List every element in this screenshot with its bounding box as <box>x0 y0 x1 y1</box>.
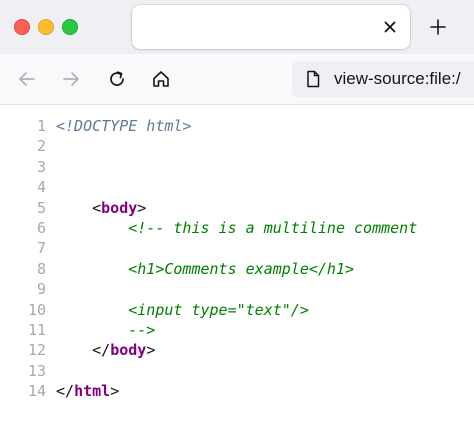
source-line: 4 <box>0 177 474 197</box>
line-number: 8 <box>36 259 46 278</box>
code-token-comment: <h1>Comments example</h1> <box>128 259 355 278</box>
home-button[interactable] <box>148 66 174 92</box>
line-code: <!DOCTYPE html> <box>56 116 191 136</box>
close-icon <box>384 21 396 33</box>
line-code: </body> <box>56 340 155 360</box>
tab-close-button[interactable] <box>380 17 400 37</box>
line-number: 9 <box>36 280 46 299</box>
line-number: 5 <box>36 198 46 217</box>
line-number: 13 <box>27 361 46 380</box>
browser-window: view-source:file:/ 1 <!DOCTYPE html> 2 3 4 5 … <box>0 0 474 429</box>
code-token-plain: </ <box>56 382 75 401</box>
source-line: 2 <box>0 136 474 156</box>
code-token-tag: body <box>110 341 147 360</box>
line-code: <!-- this is a multiline comment <box>56 218 417 238</box>
source-line: 3 <box>0 157 474 177</box>
source-line: 7 <box>0 238 474 258</box>
code-token-comment: --> <box>128 320 156 339</box>
page-source-view: 1 <!DOCTYPE html> 2 3 4 5 <body> 6 <!-- this i… <box>0 116 474 401</box>
forward-arrow-icon <box>63 72 79 86</box>
line-code: <h1>Comments example</h1> <box>56 259 354 279</box>
line-code: --> <box>56 320 155 340</box>
active-tab[interactable] <box>132 5 410 49</box>
tab-strip <box>0 0 474 54</box>
code-token-tag: body <box>101 198 138 217</box>
reload-button[interactable] <box>104 66 130 92</box>
code-token-plain: > <box>110 382 120 401</box>
source-line: 14 </html> <box>0 381 474 401</box>
page-icon <box>307 70 320 88</box>
line-number: 3 <box>36 157 46 176</box>
source-line: 10 <input type="text"/> <box>0 300 474 320</box>
url-bar[interactable]: view-source:file:/ <box>292 61 474 97</box>
back-button[interactable] <box>14 66 40 92</box>
line-number: 1 <box>36 117 46 135</box>
source-line: 11 --> <box>0 320 474 340</box>
code-token-doctype: <!DOCTYPE html> <box>56 117 192 135</box>
code-token-plain: </ <box>92 341 111 360</box>
line-number: 6 <box>36 218 46 237</box>
line-number: 14 <box>27 382 46 401</box>
line-number: 11 <box>27 320 46 339</box>
window-close-button[interactable] <box>14 19 30 35</box>
forward-button[interactable] <box>58 66 84 92</box>
source-line: 8 <h1>Comments example</h1> <box>0 259 474 279</box>
code-token-tag: html <box>74 382 111 401</box>
navigation-toolbar: view-source:file:/ <box>0 54 474 105</box>
line-number: 7 <box>36 239 46 258</box>
code-token-plain: > <box>146 341 156 360</box>
back-arrow-icon <box>19 72 35 86</box>
home-icon <box>153 71 169 87</box>
code-token-comment: <!-- this is a multiline comment <box>128 218 418 237</box>
source-line: 12 </body> <box>0 340 474 360</box>
window-maximize-button[interactable] <box>62 19 78 35</box>
source-line: 1 <!DOCTYPE html> <box>0 116 474 136</box>
source-line: 5 <body> <box>0 198 474 218</box>
line-number: 4 <box>36 178 46 197</box>
line-code: </html> <box>56 381 119 401</box>
url-text[interactable]: view-source:file:/ <box>334 69 461 89</box>
source-line: 6 <!-- this is a multiline comment <box>0 218 474 238</box>
source-line: 13 <box>0 361 474 381</box>
plus-icon <box>430 19 446 35</box>
line-code: <input type="text"/> <box>56 300 309 320</box>
source-line: 9 <box>0 279 474 299</box>
line-number: 10 <box>27 300 46 319</box>
code-token-plain: > <box>137 198 147 217</box>
line-number: 12 <box>27 341 46 360</box>
line-code: <body> <box>56 198 146 218</box>
window-minimize-button[interactable] <box>38 19 54 35</box>
code-token-comment: <input type="text"/> <box>128 300 309 319</box>
code-token-plain: < <box>92 198 102 217</box>
line-number: 2 <box>36 137 46 156</box>
new-tab-button[interactable] <box>426 15 450 39</box>
reload-icon <box>110 71 124 86</box>
